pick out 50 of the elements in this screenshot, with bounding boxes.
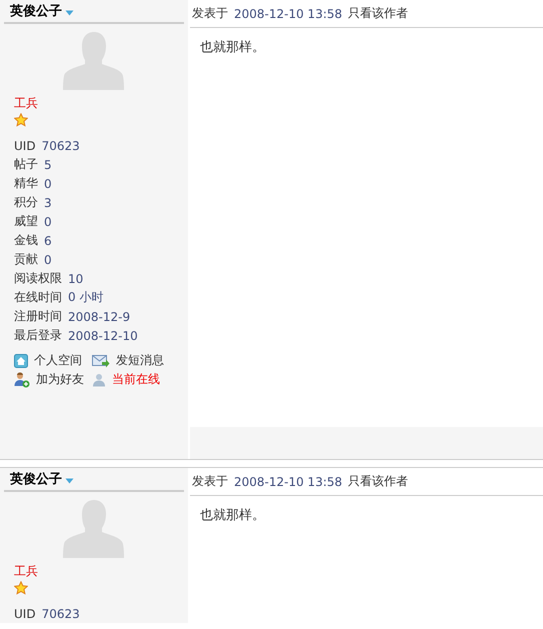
stat-value: 6	[44, 234, 52, 248]
stat-label: UID	[14, 606, 36, 620]
stat-label: 积分	[14, 194, 38, 211]
stat-label: UID	[14, 138, 36, 152]
stat-label: 威望	[14, 213, 38, 230]
author-only-link[interactable]: 只看该作者	[348, 473, 408, 490]
stat-label: 贡献	[14, 251, 38, 268]
user-rank: 工兵	[14, 95, 38, 112]
stat-value: 10	[68, 272, 84, 286]
post-text: 也就那样。	[200, 40, 265, 55]
rank-star-icon	[14, 113, 28, 127]
profile-link[interactable]: 发短消息	[92, 351, 170, 370]
post-text: 也就那样。	[200, 508, 265, 523]
stat-value: 70623	[42, 606, 80, 620]
stat-value: 0 小时	[68, 289, 104, 306]
stat-value: 0	[44, 214, 52, 228]
online-status: 当前在线	[92, 370, 170, 389]
author-name[interactable]: 英俊公子	[10, 470, 62, 488]
posted-label: 发表于	[192, 473, 228, 490]
avatar-icon	[63, 500, 125, 558]
dropdown-icon[interactable]	[65, 10, 74, 16]
stat-label: 阅读权限	[14, 270, 62, 287]
stat-label: 最后登录	[14, 327, 62, 344]
user-rank: 工兵	[14, 563, 38, 580]
stat-label: 帖子	[14, 156, 38, 173]
author-only-link[interactable]: 只看该作者	[348, 5, 408, 22]
stat-value: 3	[44, 196, 52, 210]
rank-star-icon	[14, 581, 28, 595]
stat-value: 5	[44, 158, 52, 172]
user-icon	[92, 372, 106, 386]
profile-link[interactable]: 加为好友	[14, 370, 92, 389]
user-add-icon	[14, 372, 30, 388]
posted-label: 发表于	[192, 5, 228, 22]
stat-label: 在线时间	[14, 289, 62, 306]
stat-value: 70623	[42, 138, 80, 152]
stat-value: 2008-12-10	[68, 328, 138, 342]
envelope-icon	[92, 354, 110, 368]
author-name[interactable]: 英俊公子	[10, 2, 62, 20]
profile-link[interactable]: 个人空间	[14, 351, 92, 370]
stat-value: 0	[44, 176, 52, 190]
stat-label: 金钱	[14, 232, 38, 249]
stat-value: 2008-12-9	[68, 310, 130, 324]
avatar-icon	[63, 32, 125, 90]
post-time: 2008-12-10 13:58	[234, 6, 342, 20]
stat-label: 注册时间	[14, 308, 62, 325]
post-time: 2008-12-10 13:58	[234, 474, 342, 488]
home-icon	[14, 354, 28, 368]
stat-label: 精华	[14, 175, 38, 192]
dropdown-icon[interactable]	[65, 478, 74, 484]
stat-value: 0	[44, 252, 52, 266]
